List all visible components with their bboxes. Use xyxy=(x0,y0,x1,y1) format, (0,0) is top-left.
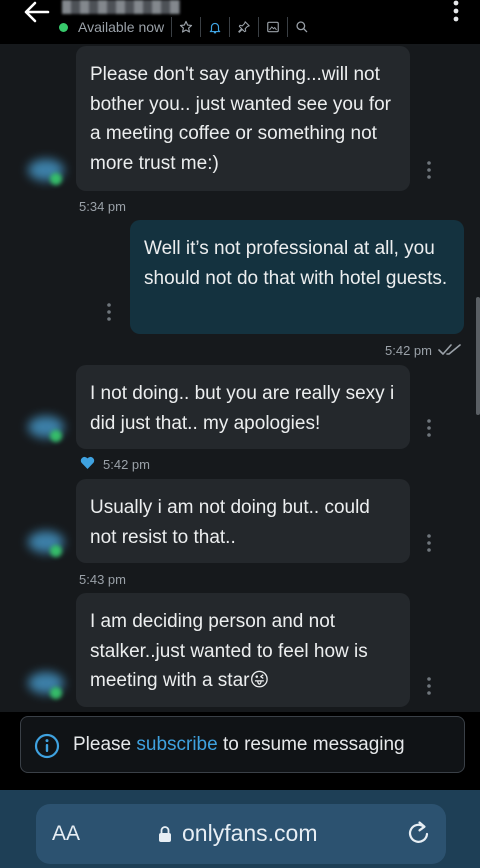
liked-heart-icon[interactable] xyxy=(80,456,95,469)
tongue-out-emoji: 😜 xyxy=(249,670,270,692)
message-timestamp: 5:43 pm xyxy=(79,572,126,587)
message-list[interactable]: Please don't say anything...will not bot… xyxy=(0,44,480,712)
pin-icon[interactable] xyxy=(229,17,258,37)
message-options-icon[interactable] xyxy=(425,676,433,696)
reload-icon[interactable] xyxy=(406,819,432,847)
more-options-icon[interactable] xyxy=(448,0,464,24)
message-options-icon[interactable] xyxy=(105,302,113,322)
contact-name-blurred[interactable] xyxy=(62,0,180,14)
avatar-online-dot xyxy=(50,173,62,185)
incoming-message[interactable]: Usually i am not doing but.. could not r… xyxy=(76,479,410,563)
search-icon[interactable] xyxy=(287,17,316,37)
back-arrow-icon[interactable] xyxy=(22,0,50,24)
message-text: Please don't say anything...will not bot… xyxy=(90,64,392,174)
scrollbar[interactable] xyxy=(476,297,480,415)
message-options-icon[interactable] xyxy=(425,533,433,553)
subscribe-notice: Please subscribe to resume messaging xyxy=(20,716,465,773)
message-timestamp: 5:42 pm xyxy=(103,457,150,472)
message-options-icon[interactable] xyxy=(425,418,433,438)
star-icon[interactable] xyxy=(171,17,200,37)
chat-header: Available now xyxy=(0,0,480,44)
outgoing-message[interactable]: Well it’s not professional at all, you s… xyxy=(130,220,464,334)
incoming-message[interactable]: I not doing.. but you are really sexy i … xyxy=(76,365,410,449)
lock-icon xyxy=(159,826,171,842)
message-text: I not doing.. but you are really sexy i … xyxy=(90,383,395,434)
message-text: I am deciding person and not stalker..ju… xyxy=(90,611,368,692)
incoming-message[interactable]: I am deciding person and not stalker..ju… xyxy=(76,593,410,707)
text-size-button[interactable]: AA xyxy=(52,822,80,846)
message-text: Well it’s not professional at all, you s… xyxy=(144,238,448,289)
address-bar[interactable]: AA onlyfans.com xyxy=(36,804,446,864)
url-text[interactable]: onlyfans.com xyxy=(182,820,318,847)
notice-text-before: Please xyxy=(73,734,137,755)
status-text: Available now xyxy=(78,19,165,35)
bell-icon[interactable] xyxy=(200,17,229,37)
subscribe-link[interactable]: subscribe xyxy=(136,734,217,755)
browser-bar: AA onlyfans.com xyxy=(0,790,480,868)
subscribe-notice-text: Please subscribe to resume messaging xyxy=(73,734,405,756)
image-icon[interactable] xyxy=(258,17,287,37)
message-timestamp: 5:34 pm xyxy=(79,199,126,214)
avatar-online-dot xyxy=(50,430,62,442)
message-timestamp: 5:42 pm xyxy=(385,343,432,358)
message-text: Usually i am not doing but.. could not r… xyxy=(90,497,370,548)
avatar-online-dot xyxy=(50,545,62,557)
incoming-message[interactable]: Please don't say anything...will not bot… xyxy=(76,46,410,191)
online-status-dot xyxy=(59,23,68,32)
header-actions xyxy=(171,17,316,37)
info-icon xyxy=(34,733,60,759)
avatar-online-dot xyxy=(50,687,62,699)
read-checkmarks-icon xyxy=(438,344,461,355)
message-options-icon[interactable] xyxy=(425,160,433,180)
notice-text-after: to resume messaging xyxy=(217,734,405,755)
